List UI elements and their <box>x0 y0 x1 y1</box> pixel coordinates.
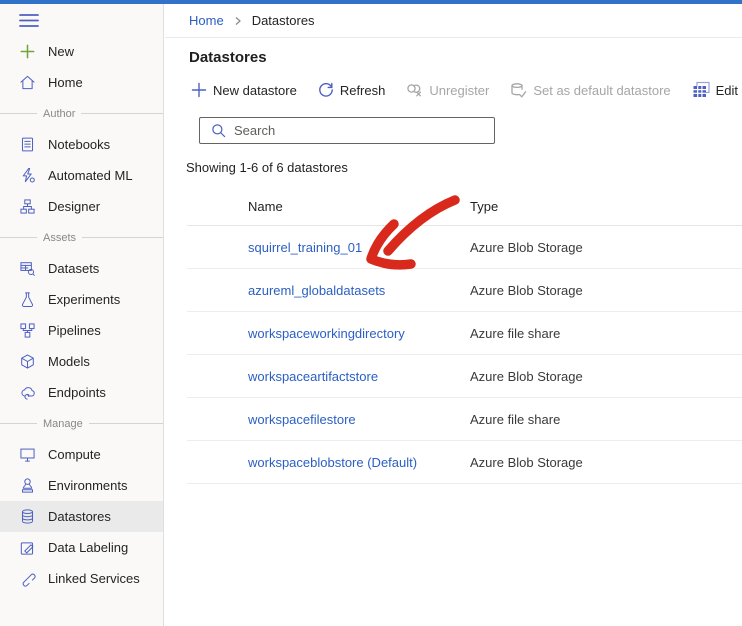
sidebar-item-home[interactable]: Home <box>0 67 163 98</box>
sidebar-item-label: Designer <box>48 199 101 214</box>
datastore-link[interactable]: squirrel_training_01 <box>248 240 362 255</box>
table-row: workspaceblobstore (Default) Azure Blob … <box>187 441 742 484</box>
chevron-right-icon <box>235 16 241 25</box>
sidebar-item-pipelines[interactable]: Pipelines <box>0 315 163 346</box>
page-title: Datastores <box>189 49 267 66</box>
column-header-type[interactable]: Type <box>470 199 742 214</box>
sidebar-item-label: Automated ML <box>48 168 133 183</box>
sidebar-item-notebooks[interactable]: Notebooks <box>0 129 163 160</box>
sidebar-item-endpoints[interactable]: Endpoints <box>0 377 163 408</box>
environments-icon <box>19 477 36 494</box>
sidebar-section-assets: Assets <box>0 222 163 253</box>
sidebar-section-manage: Manage <box>0 408 163 439</box>
datastore-type: Azure Blob Storage <box>470 239 583 255</box>
sidebar-item-label: Experiments <box>48 292 121 307</box>
toolbar: New datastore Refresh Unregister Set as … <box>165 81 742 99</box>
results-count: Showing 1-6 of 6 datastores <box>186 160 348 175</box>
refresh-icon <box>318 82 333 97</box>
sidebar-item-linked-services[interactable]: Linked Services <box>0 563 163 594</box>
plus-icon <box>19 43 36 60</box>
edit-button[interactable]: Edit <box>692 81 738 99</box>
column-header-name[interactable]: Name <box>248 199 470 214</box>
table-row: workspacefilestore Azure file share <box>187 398 742 441</box>
home-icon <box>19 74 36 91</box>
datastore-link[interactable]: workspaceblobstore (Default) <box>248 455 417 470</box>
table-header: Name Type <box>187 188 742 226</box>
datastore-type: Azure Blob Storage <box>470 368 583 384</box>
set-default-datastore-button[interactable]: Set as default datastore <box>510 82 671 99</box>
sidebar-item-label: Linked Services <box>48 571 140 586</box>
breadcrumb: Home Datastores <box>165 4 742 38</box>
sidebar-item-experiments[interactable]: Experiments <box>0 284 163 315</box>
datastore-link[interactable]: workspacefilestore <box>248 412 356 427</box>
sidebar-item-automated-ml[interactable]: Automated ML <box>0 160 163 191</box>
cube-icon <box>19 353 36 370</box>
sidebar-item-label: Home <box>48 75 83 90</box>
sidebar-item-datastores[interactable]: Datastores <box>0 501 163 532</box>
new-datastore-button[interactable]: New datastore <box>191 82 297 98</box>
datastore-type: Azure file share <box>470 325 561 341</box>
edit-table-icon <box>693 81 710 97</box>
sidebar-item-label: New <box>48 44 75 59</box>
sidebar-item-label: Environments <box>48 478 128 493</box>
table-row: workspaceartifactstore Azure Blob Storag… <box>187 355 742 398</box>
sidebar-item-compute[interactable]: Compute <box>0 439 163 470</box>
sidebar-item-label: Notebooks <box>48 137 111 152</box>
refresh-button[interactable]: Refresh <box>318 82 385 98</box>
hamburger-menu-button[interactable] <box>0 4 163 36</box>
sidebar-item-label: Data Labeling <box>48 540 129 555</box>
sidebar-item-designer[interactable]: Designer <box>0 191 163 222</box>
sidebar: New Home Author Notebooks Automated ML D… <box>0 4 164 626</box>
notebook-icon <box>19 136 36 153</box>
datastore-link[interactable]: workspaceartifactstore <box>248 369 378 384</box>
search-box <box>199 117 495 144</box>
sidebar-item-label: Compute <box>48 447 101 462</box>
table-row: workspaceworkingdirectory Azure file sha… <box>187 312 742 355</box>
automated-ml-icon <box>19 167 36 184</box>
database-icon <box>19 508 36 525</box>
datastore-link[interactable]: workspaceworkingdirectory <box>248 326 405 341</box>
azure-ml-studio-window: New Home Author Notebooks Automated ML D… <box>0 0 742 626</box>
hamburger-icon <box>19 13 39 27</box>
sidebar-item-label: Models <box>48 354 90 369</box>
sidebar-item-label: Pipelines <box>48 323 101 338</box>
sidebar-item-datasets[interactable]: Datasets <box>0 253 163 284</box>
unregister-button[interactable]: Unregister <box>406 82 489 98</box>
sidebar-item-label: Datasets <box>48 261 100 276</box>
flask-icon <box>19 291 36 308</box>
datastore-type: Azure Blob Storage <box>470 282 583 298</box>
data-labeling-icon <box>19 539 36 556</box>
search-input[interactable] <box>234 123 464 138</box>
datastores-table: Name Type squirrel_training_01 Azure Blo… <box>165 188 742 484</box>
endpoints-cloud-icon <box>19 384 36 401</box>
search-icon <box>212 124 226 138</box>
monitor-icon <box>19 446 36 463</box>
link-icon <box>19 570 36 587</box>
datasets-icon <box>19 260 36 277</box>
datastore-link[interactable]: azureml_globaldatasets <box>248 283 385 298</box>
datastore-type: Azure file share <box>470 411 561 427</box>
datastore-type: Azure Blob Storage <box>470 454 583 470</box>
designer-icon <box>19 198 36 215</box>
sidebar-item-label: Datastores <box>48 509 111 524</box>
pipelines-icon <box>19 322 36 339</box>
plus-icon <box>191 82 207 98</box>
set-default-icon <box>511 82 527 98</box>
sidebar-item-environments[interactable]: Environments <box>0 470 163 501</box>
table-row: azureml_globaldatasets Azure Blob Storag… <box>187 269 742 312</box>
unregister-icon <box>407 84 422 97</box>
sidebar-section-author: Author <box>0 98 163 129</box>
breadcrumb-current: Datastores <box>251 13 315 28</box>
main-content: Home Datastores Datastores New datastore… <box>165 4 742 626</box>
sidebar-item-label: Endpoints <box>48 385 106 400</box>
breadcrumb-home-link[interactable]: Home <box>189 13 224 28</box>
table-row: squirrel_training_01 Azure Blob Storage <box>187 226 742 269</box>
sidebar-item-new[interactable]: New <box>0 36 163 67</box>
sidebar-item-models[interactable]: Models <box>0 346 163 377</box>
sidebar-item-data-labeling[interactable]: Data Labeling <box>0 532 163 563</box>
